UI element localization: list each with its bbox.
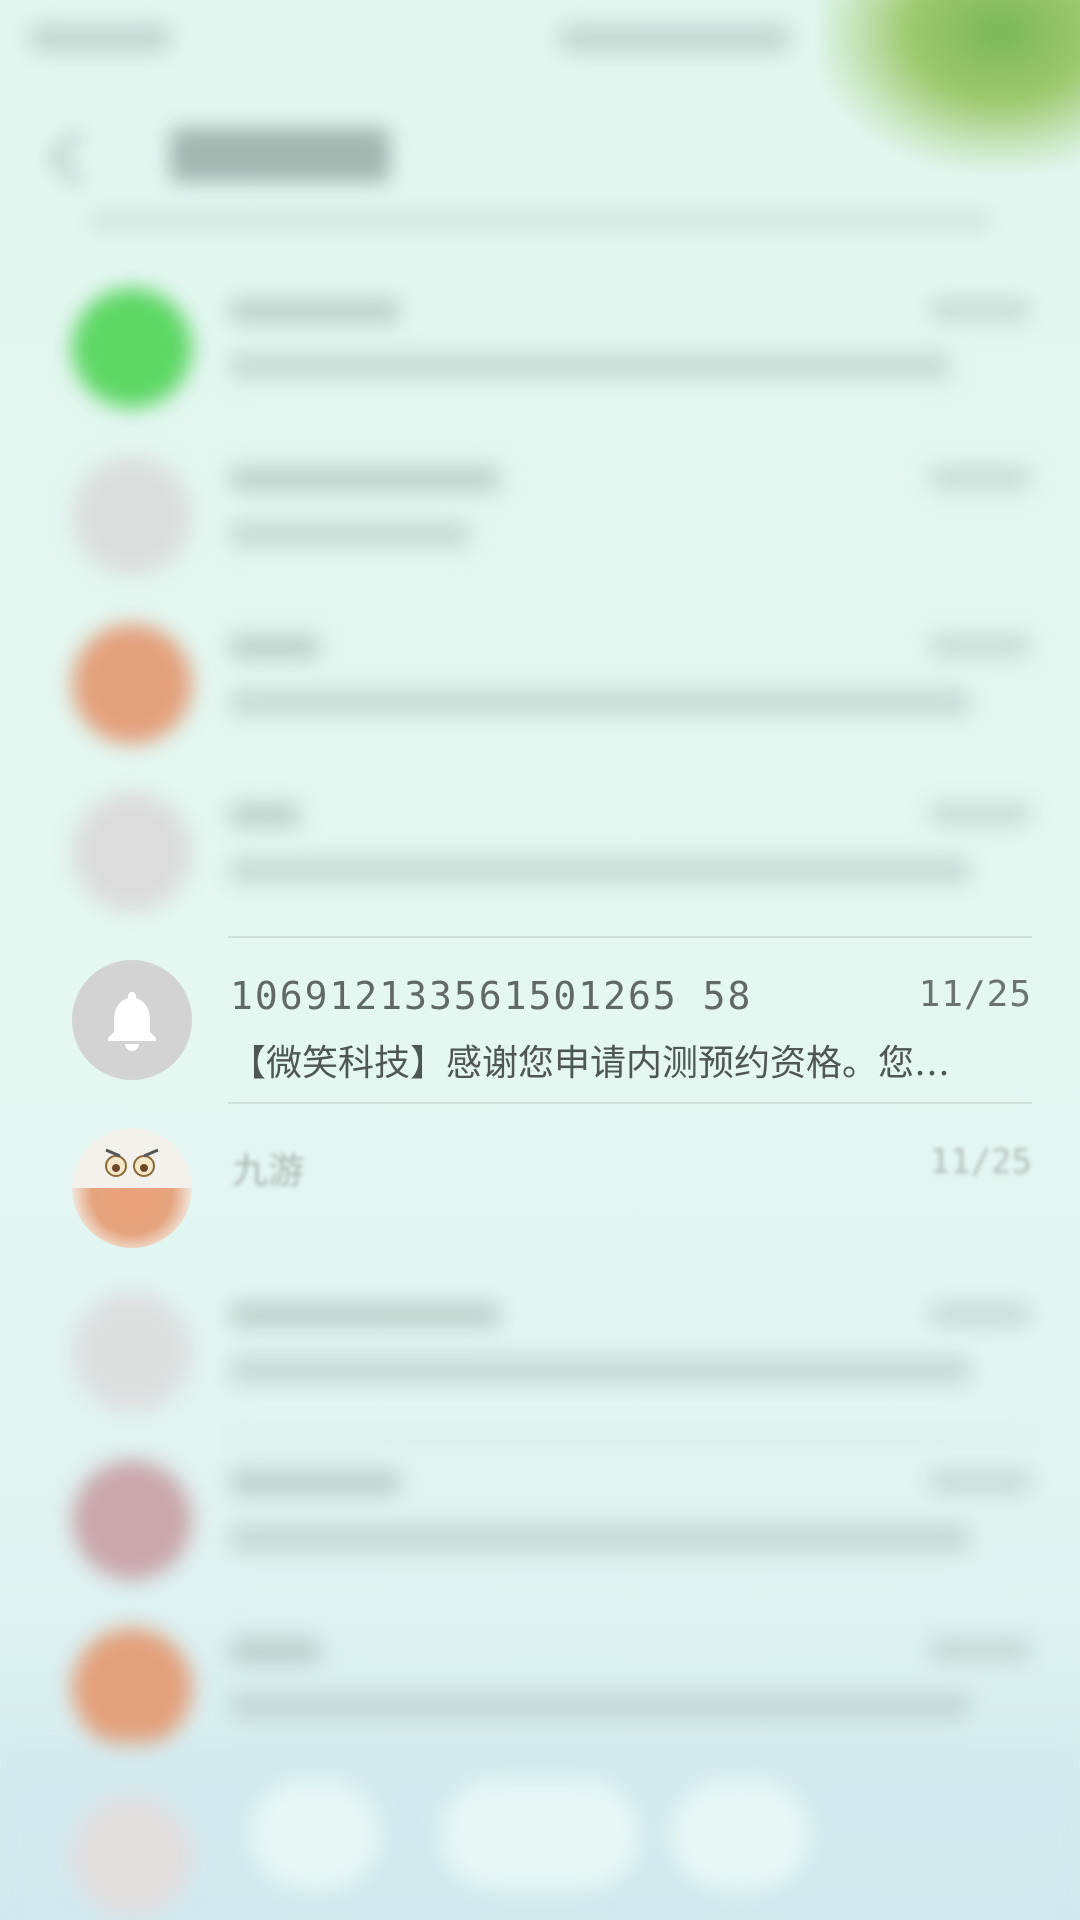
status-bar-indicators — [560, 24, 790, 52]
page-title — [170, 128, 390, 182]
list-item-title — [230, 1302, 500, 1328]
list-item-title: 九游 — [232, 1151, 305, 1192]
list-item-time — [930, 1470, 1030, 1494]
sender-number: 106912133561501265 58 — [230, 974, 753, 1018]
list-item[interactable] — [0, 264, 1080, 432]
list-item-time — [930, 802, 1030, 826]
avatar — [72, 1128, 192, 1248]
avatar — [72, 288, 192, 408]
list-item-time — [930, 466, 1030, 490]
list-item-snippet — [230, 856, 970, 884]
list-item[interactable] — [0, 432, 1080, 600]
focused-conversation-item[interactable]: 106912133561501265 58 11/25 【微笑科技】感谢您申请内… — [0, 936, 1080, 1104]
message-snippet: 【微笑科技】感谢您申请内测预约资格。您… — [230, 1043, 951, 1084]
list-item-title — [230, 802, 300, 828]
avatar — [72, 792, 192, 912]
list-item-time — [930, 1638, 1030, 1662]
status-bar-time — [30, 24, 170, 52]
avatar — [72, 456, 192, 576]
list-item-snippet — [230, 1692, 970, 1720]
avatar — [72, 624, 192, 744]
list-item-jiuyou[interactable]: 九游 11/25 — [0, 1108, 1080, 1268]
list-item[interactable] — [0, 600, 1080, 768]
list-item-time — [930, 1302, 1030, 1326]
list-item[interactable] — [0, 1436, 1080, 1604]
divider — [228, 936, 1032, 938]
list-item-time — [930, 298, 1030, 322]
bell-icon — [108, 992, 156, 1051]
list-item-title — [230, 1638, 320, 1664]
list-item-time — [930, 634, 1030, 658]
list-item-title — [230, 466, 500, 492]
avatar — [72, 1628, 192, 1748]
list-item-title — [230, 298, 400, 324]
message-time: 11/25 — [918, 974, 1032, 1015]
divider — [228, 1102, 1032, 1104]
list-item-snippet — [230, 1524, 970, 1552]
bell-avatar — [72, 960, 192, 1080]
cartoon-face-icon — [72, 1128, 192, 1188]
avatar — [72, 1796, 192, 1916]
header — [0, 100, 1080, 230]
list-item-title — [230, 634, 320, 660]
avatar — [72, 1460, 192, 1580]
avatar — [72, 1292, 192, 1412]
list-item[interactable] — [0, 1772, 1080, 1920]
status-bar — [0, 0, 1080, 80]
list-item[interactable] — [0, 1268, 1080, 1436]
header-subtitle — [90, 212, 990, 230]
messages-screen: 106912133561501265 58 11/25 【微笑科技】感谢您申请内… — [0, 0, 1080, 1920]
list-item-snippet — [230, 1356, 970, 1384]
back-icon[interactable] — [49, 130, 105, 186]
list-item-snippet — [230, 520, 470, 548]
list-item-snippet — [230, 688, 970, 716]
list-item[interactable] — [0, 768, 1080, 936]
list-item-snippet — [230, 352, 950, 380]
list-item-time: 11/25 — [929, 1142, 1032, 1182]
list-item-title — [230, 1470, 400, 1496]
